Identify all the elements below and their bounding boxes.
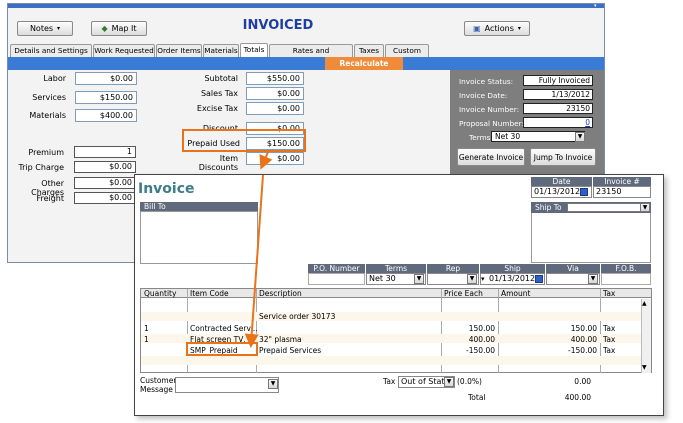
arrow-down [244, 174, 264, 348]
annotation-arrows [244, 151, 273, 348]
arrow-up [259, 151, 273, 170]
